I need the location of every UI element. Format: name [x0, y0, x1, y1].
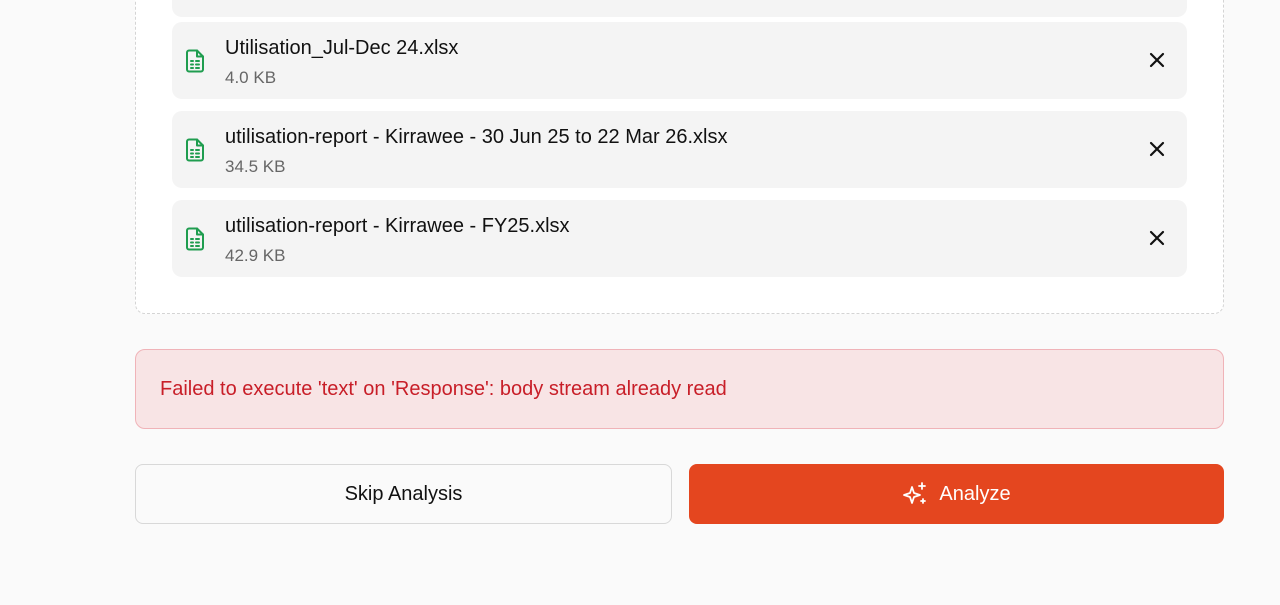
remove-file-button[interactable] — [1145, 48, 1169, 72]
file-size: 34.5 KB — [225, 157, 286, 176]
skip-analysis-label: Skip Analysis — [344, 482, 463, 505]
error-message: Failed to execute 'text' on 'Response': … — [160, 378, 727, 400]
file-size: 4.0 KB — [225, 68, 277, 87]
analyze-button[interactable]: Analyze — [689, 464, 1224, 524]
close-icon — [1149, 141, 1165, 157]
file-name: Utilisation_Jul-Dec 24.xlsx — [225, 37, 459, 59]
remove-file-button[interactable] — [1145, 137, 1169, 161]
spreadsheet-file-icon — [185, 49, 205, 73]
error-alert: Failed to execute 'text' on 'Response': … — [135, 349, 1224, 429]
skip-analysis-button[interactable]: Skip Analysis — [135, 464, 672, 524]
file-list-item: utilisation-report - Kirrawee - 30 Jun 2… — [172, 111, 1187, 188]
file-size: 42.9 KB — [225, 246, 286, 265]
analyze-label: Analyze — [939, 482, 1011, 505]
spreadsheet-file-icon — [185, 227, 205, 251]
file-list-item-partial — [172, 0, 1187, 17]
file-name: utilisation-report - Kirrawee - 30 Jun 2… — [225, 126, 728, 148]
file-list-item: Utilisation_Jul-Dec 24.xlsx 4.0 KB — [172, 22, 1187, 99]
remove-file-button[interactable] — [1145, 226, 1169, 250]
sparkles-icon — [903, 482, 927, 504]
file-name: utilisation-report - Kirrawee - FY25.xls… — [225, 215, 570, 237]
spreadsheet-file-icon — [185, 138, 205, 162]
file-list-item: utilisation-report - Kirrawee - FY25.xls… — [172, 200, 1187, 277]
close-icon — [1149, 52, 1165, 68]
close-icon — [1149, 230, 1165, 246]
